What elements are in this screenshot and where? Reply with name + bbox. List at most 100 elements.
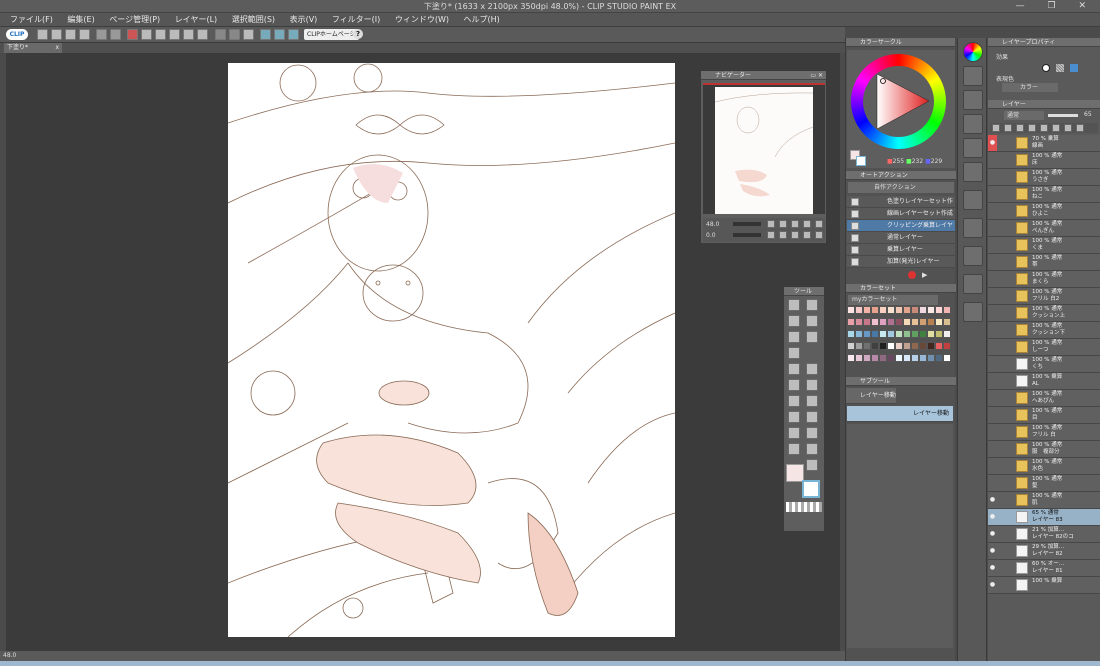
auto-action-item[interactable]: 線画レイヤーセット作成 bbox=[847, 208, 955, 220]
reset-rotation-icon[interactable] bbox=[791, 231, 799, 239]
color-set-header[interactable]: カラーセット bbox=[846, 284, 956, 293]
expand-selection-icon[interactable] bbox=[229, 29, 240, 40]
color-swatch[interactable] bbox=[887, 306, 895, 314]
color-swatch[interactable] bbox=[847, 330, 855, 338]
color-swatch[interactable] bbox=[847, 306, 855, 314]
color-swatch[interactable] bbox=[855, 330, 863, 338]
color-swatch[interactable] bbox=[855, 342, 863, 350]
layer-eye-icon[interactable]: ● bbox=[988, 543, 997, 559]
transparent-color-swatch[interactable] bbox=[786, 502, 822, 512]
layer-row[interactable]: 100 % 通常床 bbox=[988, 152, 1100, 169]
opacity-value[interactable]: 65 bbox=[1084, 111, 1092, 118]
layer-eye-icon[interactable] bbox=[988, 441, 997, 457]
layer-eye-icon[interactable] bbox=[988, 305, 997, 321]
color-swatch[interactable] bbox=[879, 342, 887, 350]
layer-row[interactable]: 100 % 通常 ねこ bbox=[988, 186, 1100, 203]
layer-row[interactable]: 100 % 通常 フリル 白 bbox=[988, 424, 1100, 441]
flip-vertical-icon[interactable] bbox=[815, 220, 823, 228]
color-circle-sub-color[interactable] bbox=[856, 156, 866, 166]
layer-row[interactable]: ● 70 % 乗算 線画 bbox=[988, 135, 1100, 152]
layer-row[interactable]: 100 % 通常 ひよこ bbox=[988, 203, 1100, 220]
color-swatch[interactable] bbox=[879, 306, 887, 314]
layer-eye-icon[interactable]: ● bbox=[988, 509, 997, 525]
fit-window-icon[interactable] bbox=[791, 220, 799, 228]
decoration-tool-icon[interactable] bbox=[788, 395, 800, 407]
menu-help[interactable]: ヘルプ(H) bbox=[464, 15, 500, 24]
checkbox[interactable] bbox=[851, 198, 859, 206]
eyedropper-tool-icon[interactable] bbox=[788, 347, 800, 359]
navigator-rotation-value[interactable]: 0.0 bbox=[706, 232, 716, 239]
layer-move-tool-icon[interactable] bbox=[806, 315, 818, 327]
color-slider-tab-icon[interactable] bbox=[963, 66, 983, 86]
color-swatch[interactable] bbox=[911, 342, 919, 350]
checkbox[interactable] bbox=[851, 210, 859, 218]
item-bank-tab-icon[interactable] bbox=[963, 302, 983, 322]
effect-layer-color-icon[interactable] bbox=[1070, 64, 1078, 72]
layer-row[interactable]: 100 % 通常 ぺんぎん bbox=[988, 220, 1100, 237]
layer-row[interactable]: 100 % 通常 フリル 白2 bbox=[988, 288, 1100, 305]
layer-row[interactable]: 100 % 通常 水色 bbox=[988, 458, 1100, 475]
document-tab-close-icon[interactable]: x bbox=[55, 43, 59, 53]
color-swatch[interactable] bbox=[895, 342, 903, 350]
layer-row[interactable]: ● 100 % 乗算 bbox=[988, 577, 1100, 594]
auto-action-header[interactable]: オートアクション bbox=[846, 171, 956, 180]
blend-tool-icon[interactable] bbox=[788, 411, 800, 423]
color-swatch[interactable] bbox=[935, 306, 943, 314]
menu-window[interactable]: ウィンドウ(W) bbox=[395, 15, 449, 24]
brush-tool-icon[interactable] bbox=[788, 379, 800, 391]
color-swatch[interactable] bbox=[895, 330, 903, 338]
color-swatch[interactable] bbox=[887, 318, 895, 326]
auto-action-item[interactable]: 通常レイヤー bbox=[847, 232, 955, 244]
color-swatch[interactable] bbox=[855, 306, 863, 314]
intermediate-color-tab-icon[interactable] bbox=[963, 114, 983, 134]
sub-tool-group-tab[interactable]: レイヤー移動 bbox=[846, 388, 896, 404]
rotation-slider[interactable] bbox=[733, 233, 761, 237]
saturation-triangle[interactable] bbox=[863, 66, 934, 137]
clear-icon[interactable] bbox=[127, 29, 138, 40]
color-wheel-tab-icon[interactable] bbox=[963, 42, 983, 62]
undo-icon[interactable] bbox=[96, 29, 107, 40]
zoom-in-icon[interactable] bbox=[779, 220, 787, 228]
clip-home-button[interactable]: CLIPホームページ bbox=[304, 29, 359, 40]
color-swatch[interactable] bbox=[863, 342, 871, 350]
rotate-right-icon[interactable] bbox=[779, 231, 787, 239]
sub-view-tab-icon[interactable] bbox=[963, 218, 983, 238]
layer-eye-icon[interactable] bbox=[988, 407, 997, 423]
color-mode-select[interactable]: カラー bbox=[1002, 83, 1058, 92]
transform-icon[interactable] bbox=[141, 29, 152, 40]
color-swatch[interactable] bbox=[943, 306, 951, 314]
navigator-header[interactable]: ナビゲーター ▭ ✕ bbox=[701, 71, 826, 80]
zoom-out-icon[interactable] bbox=[767, 220, 775, 228]
color-swatch[interactable] bbox=[855, 318, 863, 326]
menu-filter[interactable]: フィルター(I) bbox=[332, 15, 380, 24]
layer-eye-icon[interactable]: ● bbox=[988, 526, 997, 542]
color-swatch[interactable] bbox=[943, 330, 951, 338]
save-as-icon[interactable] bbox=[79, 29, 90, 40]
fit-all-icon[interactable] bbox=[815, 231, 823, 239]
menu-layer[interactable]: レイヤー(L) bbox=[175, 15, 217, 24]
sub-tool-header[interactable]: サブツール bbox=[846, 377, 956, 386]
color-swatch[interactable] bbox=[927, 342, 935, 350]
color-swatch[interactable] bbox=[863, 330, 871, 338]
record-action-icon[interactable] bbox=[908, 271, 916, 279]
color-swatch[interactable] bbox=[863, 306, 871, 314]
color-swatch[interactable] bbox=[927, 318, 935, 326]
layer-row[interactable]: 100 % 通常 へあぴん bbox=[988, 390, 1100, 407]
auto-select-tool-icon[interactable] bbox=[806, 331, 818, 343]
draft-layer-icon[interactable] bbox=[1016, 124, 1024, 132]
sub-tool-item-selected[interactable]: レイヤー移動 bbox=[847, 406, 953, 422]
layer-property-header[interactable]: レイヤープロパティ bbox=[988, 38, 1100, 47]
color-swatch[interactable] bbox=[887, 330, 895, 338]
color-swatch[interactable] bbox=[919, 306, 927, 314]
color-swatch[interactable] bbox=[887, 342, 895, 350]
layer-row[interactable]: 100 % 通常 くま bbox=[988, 237, 1100, 254]
layer-eye-icon[interactable] bbox=[988, 220, 997, 236]
color-swatch[interactable] bbox=[879, 354, 887, 362]
color-swatch[interactable] bbox=[927, 330, 935, 338]
reference-layer-icon[interactable] bbox=[1004, 124, 1012, 132]
color-swatch[interactable] bbox=[871, 354, 879, 362]
document-tab[interactable]: 下塗り* x bbox=[4, 43, 62, 53]
color-swatch[interactable] bbox=[847, 342, 855, 350]
tool-palette-header[interactable]: ツール bbox=[784, 287, 824, 296]
opacity-slider[interactable] bbox=[1048, 114, 1078, 117]
